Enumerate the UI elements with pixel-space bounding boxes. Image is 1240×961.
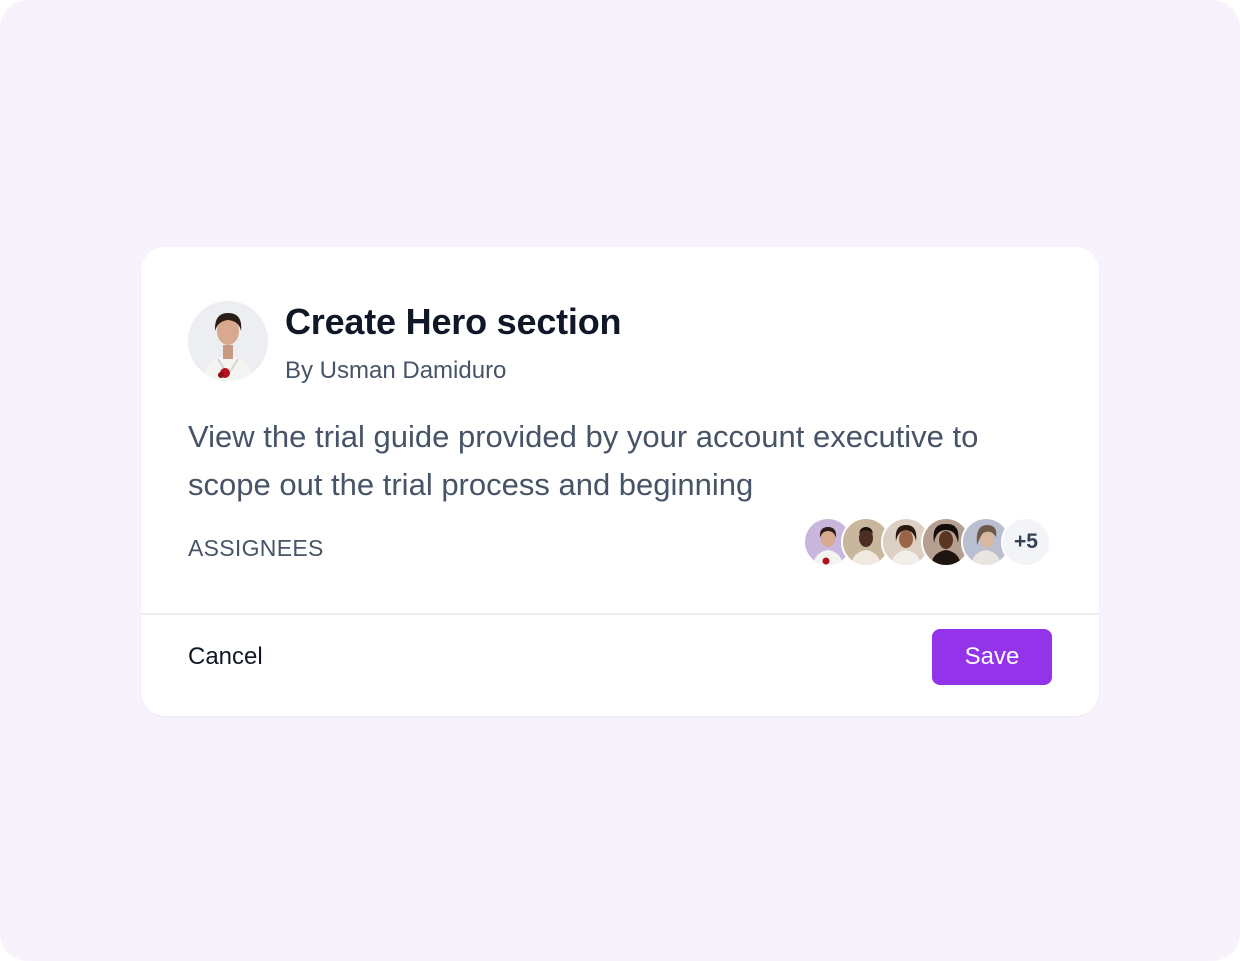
- save-button[interactable]: Save: [932, 629, 1052, 685]
- task-title: Create Hero section: [285, 301, 622, 342]
- assignee-avatar-stack[interactable]: +5: [803, 517, 1053, 567]
- task-card: Create Hero section By Usman Damiduro Vi…: [141, 247, 1099, 716]
- cancel-button[interactable]: Cancel: [188, 629, 263, 685]
- assignees-more-count[interactable]: +5: [1001, 517, 1051, 567]
- page-background: Create Hero section By Usman Damiduro Vi…: [0, 0, 1240, 961]
- author-avatar: [188, 301, 268, 381]
- assignees-label: ASSIGNEES: [188, 535, 324, 561]
- task-byline: By Usman Damiduro: [285, 357, 507, 384]
- footer-divider: [141, 613, 1099, 615]
- task-description: View the trial guide provided by your ac…: [188, 419, 979, 502]
